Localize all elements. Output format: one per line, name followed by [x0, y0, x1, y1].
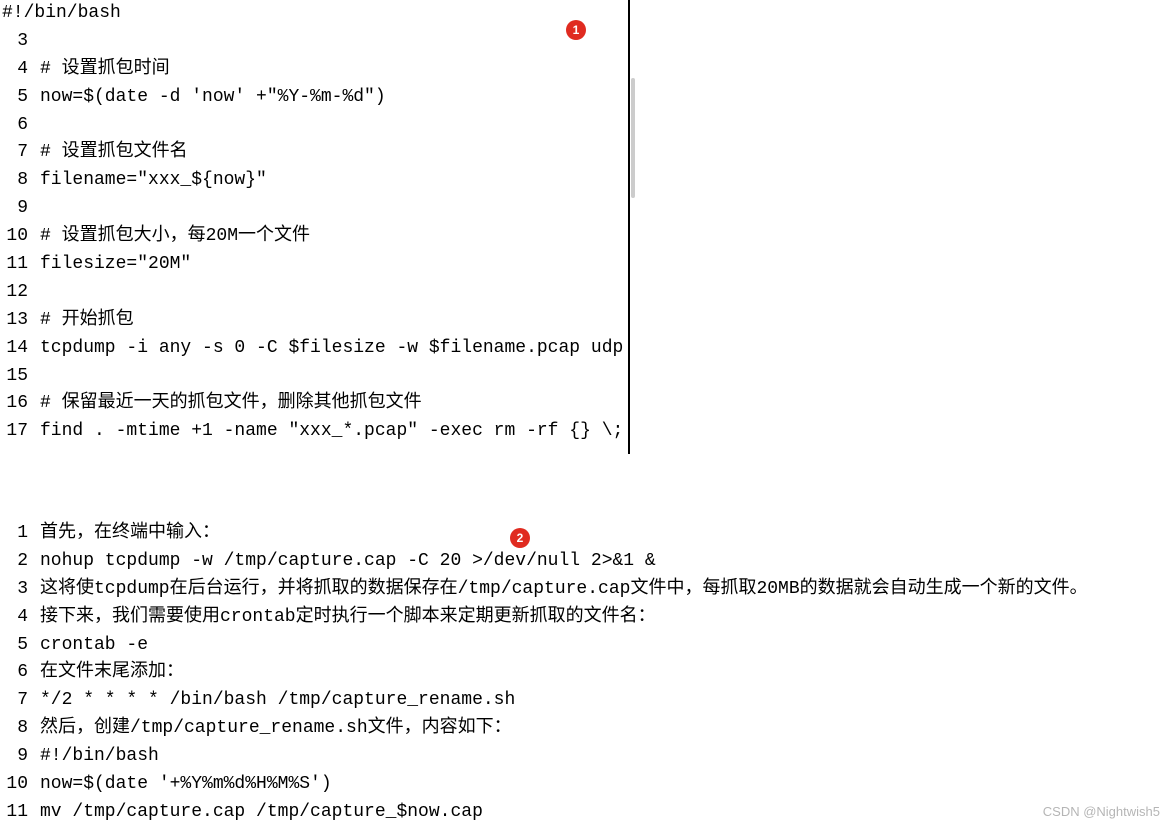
marker-label: 2: [517, 529, 524, 548]
code-text: 首先，在终端中输入：: [40, 523, 220, 543]
code-text: now=$(date '+%Y%m%d%H%M%S'): [40, 774, 332, 794]
code-line: 12: [2, 279, 628, 307]
code-line: 10 now=$(date '+%Y%m%d%H%M%S'): [2, 771, 1162, 799]
line-number: 4: [2, 604, 28, 632]
code-text: # 设置抓包文件名: [40, 142, 188, 162]
code-block-1: #!/bin/bash 3 4 # 设置抓包时间 5 now=$(date -d '…: [2, 0, 630, 454]
code-text: now=$(date -d 'now' +"%Y-%m-%d"): [40, 87, 386, 107]
line-number: 16: [2, 390, 28, 418]
code-text: # 设置抓包时间: [40, 59, 170, 79]
line-number: 9: [2, 743, 28, 771]
code-line: 16 # 保留最近一天的抓包文件，删除其他抓包文件: [2, 390, 628, 418]
code-line: 3 这将使tcpdump在后台运行，并将抓取的数据保存在/tmp/capture.…: [2, 576, 1162, 604]
code-line: 1 首先，在终端中输入：: [2, 520, 1162, 548]
code-text: tcpdump -i any -s 0 -C $filesize -w $fil…: [40, 338, 623, 358]
line-number: 9: [2, 195, 28, 223]
line-number: 3: [2, 576, 28, 604]
code-line: 17 find . -mtime +1 -name "xxx_*.pcap" -e…: [2, 418, 628, 446]
line-number: 5: [2, 632, 28, 660]
code-line: 11 filesize="20M": [2, 251, 628, 279]
code-line: 7 # 设置抓包文件名: [2, 139, 628, 167]
line-number: 13: [2, 307, 28, 335]
code-text: #!/bin/bash: [40, 746, 159, 766]
code-line: 10 # 设置抓包大小，每20M一个文件: [2, 223, 628, 251]
line-number: 4: [2, 56, 28, 84]
code-text: 然后，创建/tmp/capture_rename.sh文件，内容如下：: [40, 718, 512, 738]
line-number: 10: [2, 223, 28, 251]
code-line: 13 # 开始抓包: [2, 307, 628, 335]
line-number: 15: [2, 363, 28, 391]
code-line: 2 nohup tcpdump -w /tmp/capture.cap -C 20…: [2, 548, 1162, 576]
code-text: 接下来，我们需要使用crontab定时执行一个脚本来定期更新抓取的文件名：: [40, 607, 656, 627]
code-block-2: 1 首先，在终端中输入： 2 nohup tcpdump -w /tmp/captu…: [2, 520, 1162, 828]
line-number: 2: [2, 548, 28, 576]
code-line: 6 在文件末尾添加：: [2, 659, 1162, 687]
code-line: 4 # 设置抓包时间: [2, 56, 628, 84]
code-text: 在文件末尾添加：: [40, 662, 184, 682]
line-number: 10: [2, 771, 28, 799]
code-text: nohup tcpdump -w /tmp/capture.cap -C 20 …: [40, 551, 656, 571]
marker-label: 1: [573, 21, 580, 40]
code-line: 9: [2, 195, 628, 223]
code-line: 7 */2 * * * * /bin/bash /tmp/capture_rena…: [2, 687, 1162, 715]
code-text: 这将使tcpdump在后台运行，并将抓取的数据保存在/tmp/capture.c…: [40, 579, 1088, 599]
line-number: 1: [2, 520, 28, 548]
code-line: 3: [2, 28, 628, 56]
line-number: 6: [2, 112, 28, 140]
code-line: 6: [2, 112, 628, 140]
annotation-marker-1: 1: [566, 20, 586, 40]
code-line: 11 mv /tmp/capture.cap /tmp/capture_$now.…: [2, 799, 1162, 827]
annotation-marker-2: 2: [510, 528, 530, 548]
code-text: #!/bin/bash: [2, 3, 121, 23]
code-text: crontab -e: [40, 635, 148, 655]
line-number: 11: [2, 251, 28, 279]
line-number: 11: [2, 799, 28, 827]
code-text: # 保留最近一天的抓包文件，删除其他抓包文件: [40, 393, 422, 413]
line-number: 3: [2, 28, 28, 56]
line-number: 6: [2, 659, 28, 687]
line-number: 8: [2, 715, 28, 743]
code-text: find . -mtime +1 -name "xxx_*.pcap" -exe…: [40, 421, 623, 441]
code-text: filename="xxx_${now}": [40, 170, 267, 190]
code-line: #!/bin/bash: [2, 0, 628, 28]
line-number: 7: [2, 139, 28, 167]
code-line: 9 #!/bin/bash: [2, 743, 1162, 771]
code-line: 15: [2, 363, 628, 391]
line-number: 7: [2, 687, 28, 715]
code-line: 5 now=$(date -d 'now' +"%Y-%m-%d"): [2, 84, 628, 112]
code-text: mv /tmp/capture.cap /tmp/capture_$now.ca…: [40, 802, 483, 822]
code-text: # 开始抓包: [40, 310, 134, 330]
code-line: 14 tcpdump -i any -s 0 -C $filesize -w $f…: [2, 335, 628, 363]
code-text: filesize="20M": [40, 254, 191, 274]
code-line: 4 接下来，我们需要使用crontab定时执行一个脚本来定期更新抓取的文件名：: [2, 604, 1162, 632]
scrollbar-hint: [631, 78, 635, 198]
code-line: 8 filename="xxx_${now}": [2, 167, 628, 195]
code-line: 8 然后，创建/tmp/capture_rename.sh文件，内容如下：: [2, 715, 1162, 743]
code-line: 5 crontab -e: [2, 632, 1162, 660]
code-text: */2 * * * * /bin/bash /tmp/capture_renam…: [40, 690, 515, 710]
line-number: 17: [2, 418, 28, 446]
line-number: 14: [2, 335, 28, 363]
line-number: 12: [2, 279, 28, 307]
code-text: # 设置抓包大小，每20M一个文件: [40, 226, 310, 246]
line-number: 8: [2, 167, 28, 195]
line-number: 5: [2, 84, 28, 112]
